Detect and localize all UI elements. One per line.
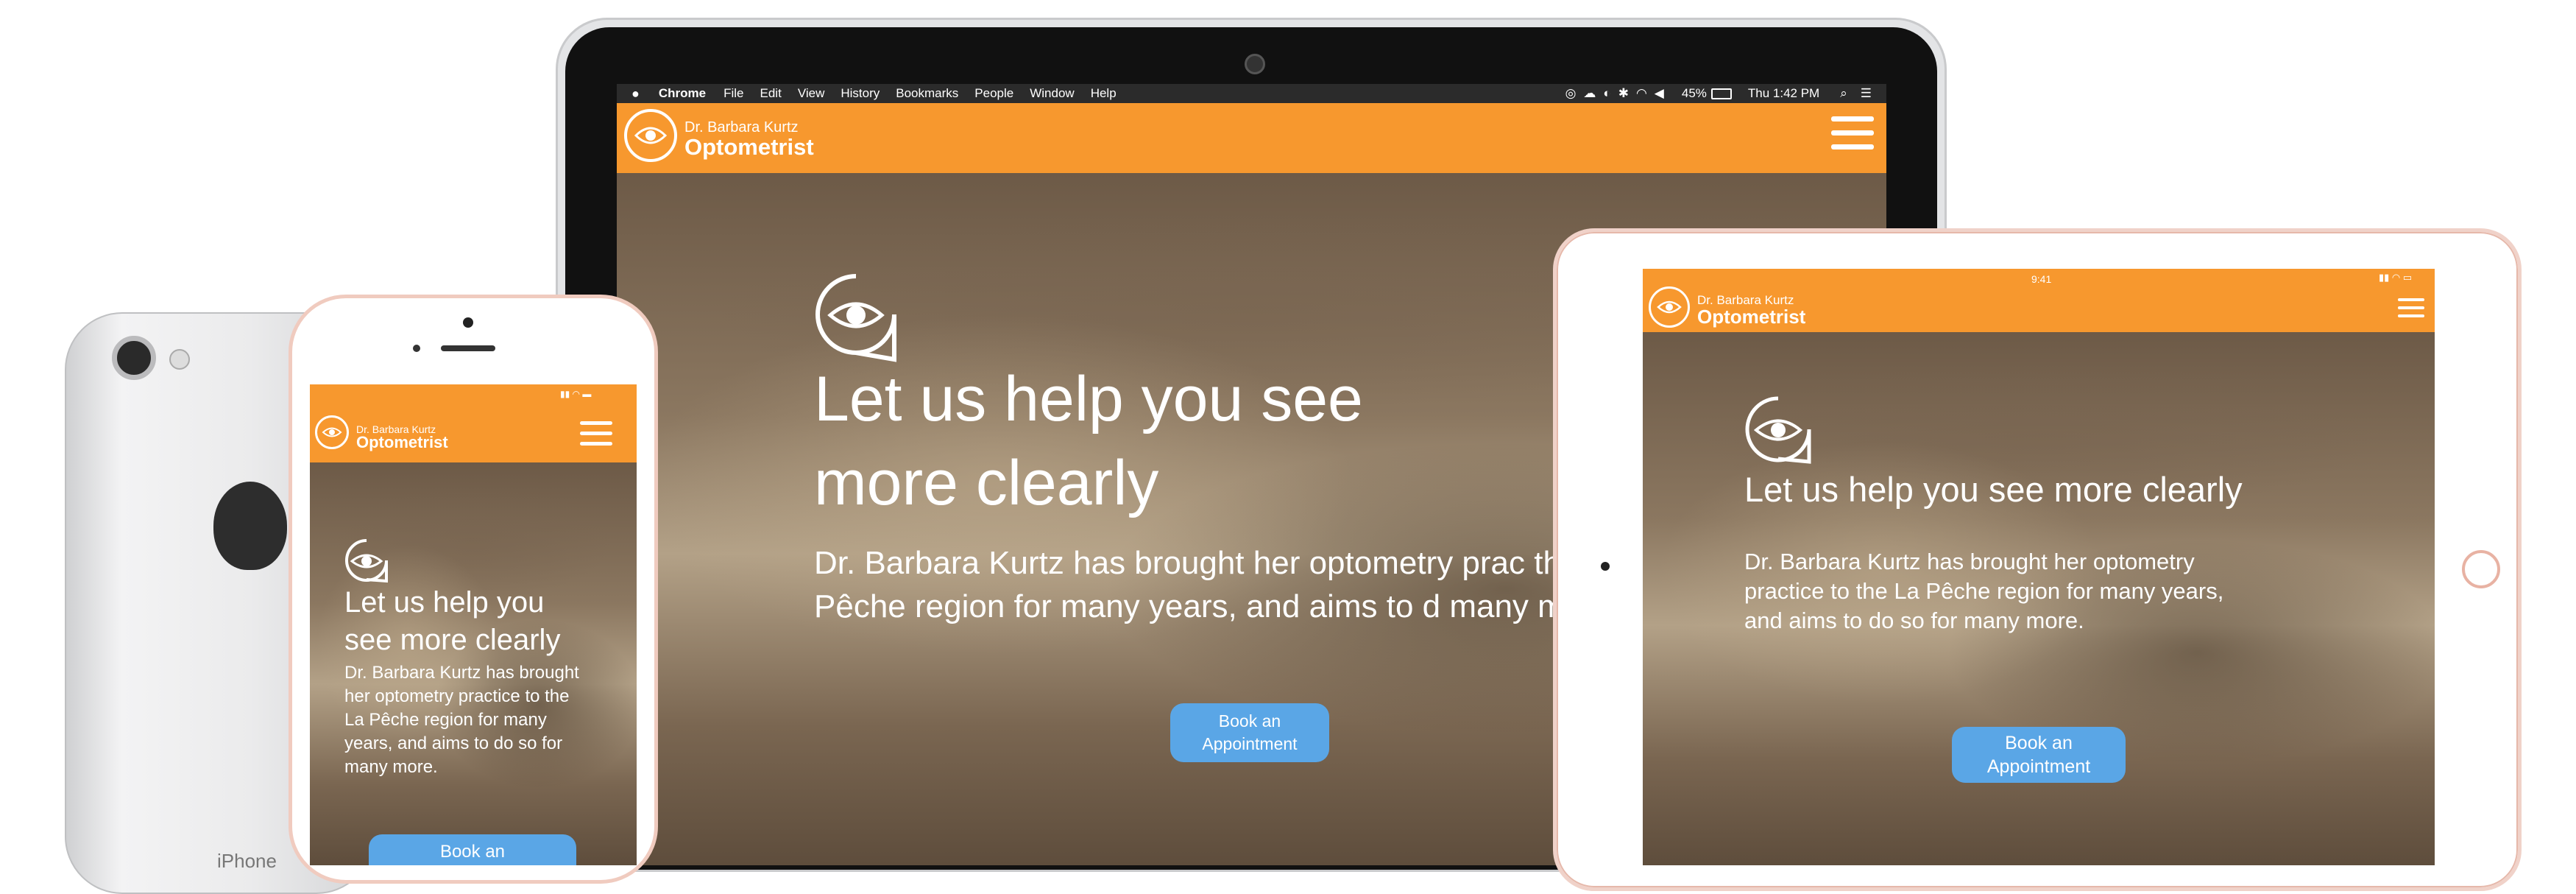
iphone-hero: Let us help you see more clearly Dr. Bar… (310, 462, 637, 865)
menubar-clock: Thu 1:42 PM (1747, 86, 1820, 100)
ipad-hero-headline: Let us help you see more clearly (1744, 470, 2243, 509)
iphone-back-camera (112, 336, 156, 380)
battery-percent: 45% (1681, 86, 1707, 100)
book-appointment-button[interactable]: Book an Appointment (1170, 703, 1329, 762)
iphone-hero-body: Dr. Barbara Kurtz has brought her optome… (344, 663, 579, 777)
ipad-brand-line2: Optometrist (1697, 306, 1806, 328)
iphone-screen: ▮▮ ◠ ▬ Dr. Barbara Kurtz Optometrist Let… (310, 384, 637, 865)
menu-people[interactable]: People (974, 86, 1013, 101)
menu-hamburger-icon[interactable] (1831, 116, 1874, 149)
iphone-eye-logo-icon[interactable] (315, 415, 349, 449)
ipad-eye-logo-icon[interactable] (1649, 286, 1690, 328)
ipad-book-appointment-button[interactable]: Book an Appointment (1952, 727, 2126, 783)
ipad-status-icons: ▮▮ ◠ ▭ (2379, 272, 2413, 283)
eye-logo-icon[interactable] (624, 109, 677, 162)
ipad-hero: Let us help you see more clearly Dr. Bar… (1643, 332, 2435, 865)
battery-icon (1710, 88, 1732, 99)
hero-headline-1: Let us help you see (814, 364, 1363, 434)
menu-history[interactable]: History (841, 86, 880, 101)
iphone-hero-headline-1: Let us help you (344, 586, 545, 619)
mac-menubar: ● Chrome File Edit View History Bookmark… (617, 84, 1886, 103)
menu-bookmarks[interactable]: Bookmarks (896, 86, 958, 101)
iphone-speaker (441, 345, 495, 351)
ipad-hero-body: Dr. Barbara Kurtz has brought her optome… (1744, 549, 2224, 633)
hero-eye-icon (814, 272, 899, 362)
ipad-front-camera (1601, 562, 1610, 571)
notification-center-icon[interactable]: ☰ (1861, 86, 1872, 101)
apple-icon[interactable]: ● (631, 86, 640, 102)
menu-help[interactable]: Help (1091, 86, 1117, 101)
menu-file[interactable]: File (723, 86, 743, 101)
menu-window[interactable]: Window (1030, 86, 1074, 101)
hero-body: Dr. Barbara Kurtz has brought her optome… (814, 545, 1624, 624)
menu-app-name[interactable]: Chrome (659, 86, 706, 101)
iphone-back-flash (169, 349, 190, 370)
laptop-site-header: Dr. Barbara Kurtz Optometrist (617, 103, 1886, 173)
ipad-hero-eye-icon (1744, 395, 1812, 465)
ipad-menu-hamburger-icon[interactable] (2398, 298, 2424, 317)
ipad-status-time: 9:41 (2031, 273, 2052, 285)
ipad-screen: 9:41 ▮▮ ◠ ▭ Dr. Barbara Kurtz Optometris… (1643, 269, 2435, 865)
iphone-book-appointment-button[interactable]: Book an (369, 834, 576, 865)
brand-line2: Optometrist (684, 134, 814, 160)
iphone-brand-line2: Optometrist (356, 433, 448, 451)
iphone-sensor (413, 345, 420, 352)
apple-logo-icon (213, 482, 287, 570)
iphone-front-camera (463, 317, 473, 328)
laptop-camera (1245, 54, 1265, 74)
iphone-back-label: iPhone (217, 850, 277, 872)
status-icons: ◎☁◐✱◠◀ (1565, 86, 1671, 100)
spotlight-icon[interactable]: ⌕ (1840, 86, 1847, 101)
ipad-home-button[interactable] (2462, 550, 2500, 588)
menu-edit[interactable]: Edit (760, 86, 782, 101)
iphone-hero-eye-icon (344, 538, 389, 584)
iphone-status-icons: ▮▮ ◠ ▬ (560, 389, 592, 399)
iphone-menu-hamburger-icon[interactable] (580, 421, 612, 446)
menu-view[interactable]: View (798, 86, 825, 101)
iphone-hero-headline-2: see more clearly (344, 624, 561, 656)
hero-headline-2: more clearly (814, 448, 1159, 518)
